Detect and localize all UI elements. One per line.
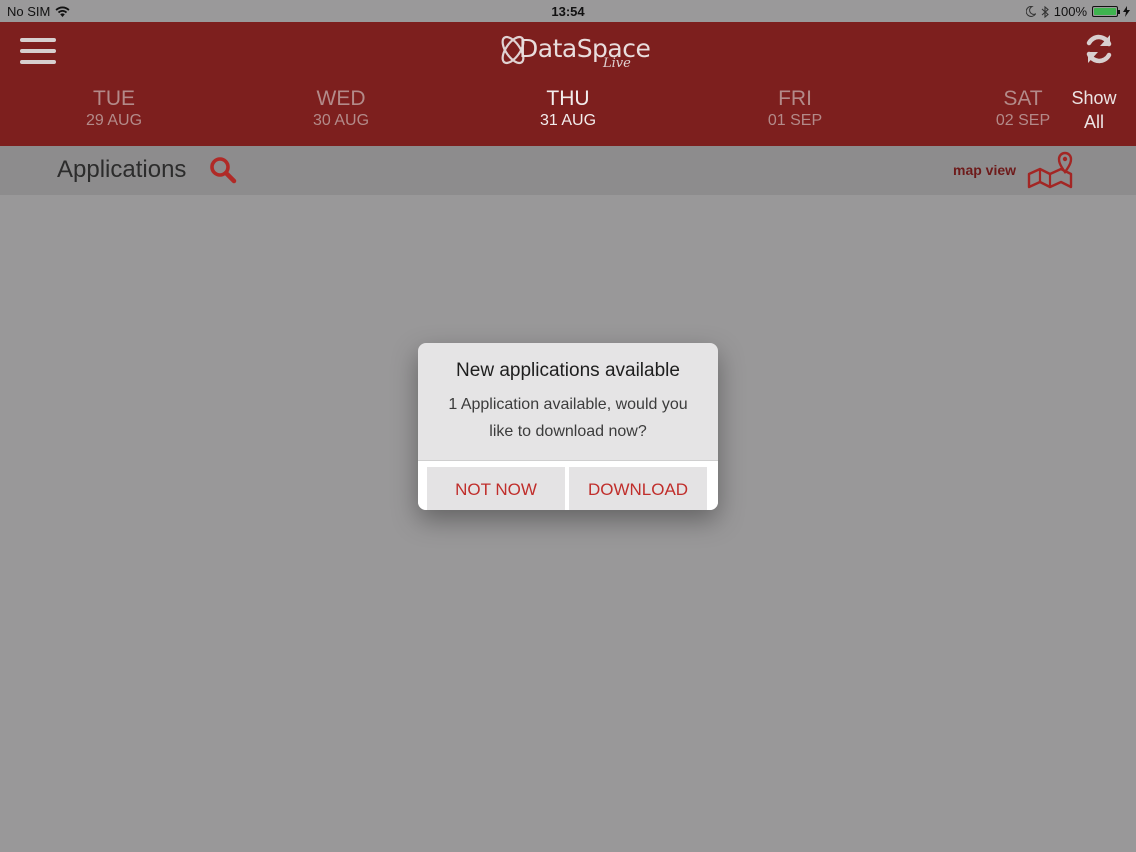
day-date: 31 AUG — [539, 112, 597, 129]
moon-icon — [1025, 6, 1036, 17]
battery-percent: 100% — [1053, 4, 1087, 19]
day-date: 01 SEP — [767, 112, 823, 129]
day-name: TUE — [93, 87, 135, 110]
app-header: DataSpace Live TUE 29 AUG WED 30 AUG THU… — [0, 22, 1136, 146]
day-tab-thu[interactable]: THU 31 AUG — [508, 86, 628, 130]
status-right: 100% — [1025, 4, 1130, 19]
dialog-actions: NOT NOW DOWNLOAD — [418, 460, 718, 510]
dialog-title: New applications available — [456, 360, 680, 381]
day-date: 29 AUG — [85, 112, 143, 129]
menu-icon-bar — [20, 49, 56, 53]
map-pin-icon[interactable] — [1026, 150, 1074, 190]
bluetooth-icon — [1041, 5, 1049, 18]
page-title: Applications — [57, 156, 187, 183]
map-view-label[interactable]: map view — [953, 162, 1016, 178]
not-now-button[interactable]: NOT NOW — [427, 467, 565, 510]
day-tab-wed[interactable]: WED 30 AUG — [281, 86, 401, 130]
show-all-button[interactable]: Show All — [1064, 86, 1124, 134]
refresh-button[interactable] — [1083, 32, 1115, 66]
applications-bar: Applications map view — [0, 146, 1136, 195]
status-time: 13:54 — [551, 4, 585, 19]
show-all-line2: All — [1083, 112, 1104, 132]
day-name: THU — [546, 87, 590, 110]
battery-icon — [1092, 6, 1120, 17]
day-tab-tue[interactable]: TUE 29 AUG — [54, 86, 174, 130]
day-selector: TUE 29 AUG WED 30 AUG THU 31 AUG FRI 01 … — [0, 86, 1136, 136]
menu-button[interactable] — [20, 38, 56, 64]
search-icon[interactable] — [209, 156, 237, 184]
download-button[interactable]: DOWNLOAD — [569, 467, 707, 510]
day-tab-fri[interactable]: FRI 01 SEP — [735, 86, 855, 130]
charging-icon — [1123, 6, 1130, 17]
day-name: FRI — [778, 87, 812, 110]
status-bar: No SIM 13:54 100% — [0, 0, 1136, 22]
refresh-icon — [1086, 34, 1112, 64]
day-name: WED — [316, 87, 366, 110]
download-dialog: New applications available 1 Application… — [418, 343, 718, 510]
menu-icon-bar — [20, 60, 56, 64]
show-all-line1: Show — [1071, 88, 1117, 108]
app-logo: DataSpace Live — [495, 26, 651, 72]
brand-subtitle: Live — [603, 56, 631, 71]
dialog-message: 1 Application available, would you like … — [448, 396, 688, 440]
menu-icon — [20, 38, 56, 42]
day-date: 30 AUG — [312, 112, 370, 129]
